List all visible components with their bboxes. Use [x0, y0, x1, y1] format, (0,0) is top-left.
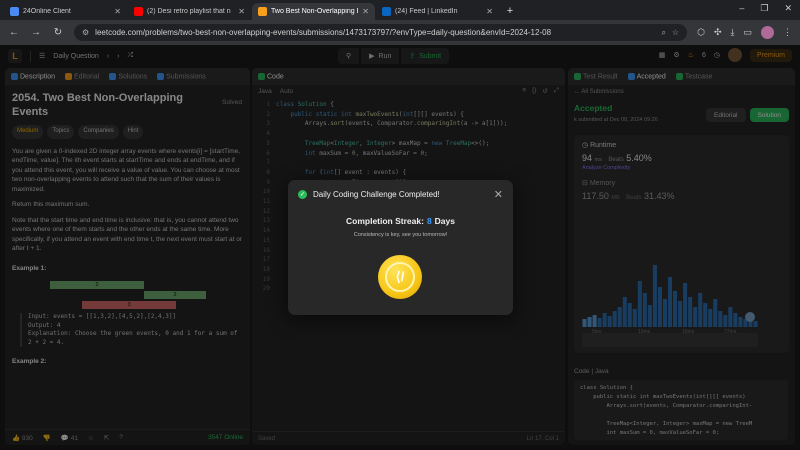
- extensions: ⬡ ✣ ⤓ ▭ ⋮: [697, 26, 792, 39]
- star-icon[interactable]: ☆: [672, 28, 679, 37]
- coin-logo-icon: ⟨/: [385, 262, 415, 292]
- close-icon[interactable]: ✕: [486, 7, 493, 16]
- tab-favicon-icon: [10, 7, 19, 16]
- minimize-icon[interactable]: –: [739, 3, 744, 14]
- search-icon[interactable]: ⌕: [661, 28, 665, 38]
- completion-modal: ✓ Daily Coding Challenge Completed! ✕ Co…: [288, 180, 513, 315]
- streak-line: Completion Streak: 8 Days: [288, 216, 513, 226]
- tab-label: Two Best Non-Overlapping Eve: [271, 8, 358, 15]
- close-icon[interactable]: ✕: [494, 188, 503, 201]
- tab-favicon-icon: [258, 7, 267, 16]
- close-icon[interactable]: ✕: [114, 7, 121, 16]
- browser-tab[interactable]: (2) Desi retro playlist that n ✕: [128, 3, 251, 20]
- profile-avatar[interactable]: [761, 26, 774, 39]
- leetcode-coin-icon: ⟨/: [378, 255, 422, 299]
- tab-favicon-icon: [382, 7, 391, 16]
- tab-favicon-icon: [134, 7, 143, 16]
- extension-icon[interactable]: ⬡: [697, 27, 705, 38]
- browser-tab[interactable]: 24Online Client ✕: [4, 3, 127, 20]
- streak-unit: Days: [434, 216, 455, 226]
- tab-label: 24Online Client: [23, 8, 71, 15]
- close-icon[interactable]: ✕: [362, 7, 369, 16]
- browser-tabbar: 24Online Client ✕ (2) Desi retro playlis…: [0, 0, 800, 20]
- url-field[interactable]: ⚙ leetcode.com/problems/two-best-non-ove…: [74, 24, 688, 41]
- maximize-icon[interactable]: ❐: [760, 3, 768, 14]
- window-controls: – ❐ ✕: [739, 3, 792, 14]
- menu-icon[interactable]: ⋮: [783, 27, 792, 38]
- tab-label: (2) Desi retro playlist that n: [147, 8, 231, 15]
- modal-subtitle: Consistency is key, see you tomorrow!: [353, 232, 448, 238]
- address-bar: ← → ↻ ⚙ leetcode.com/problems/two-best-n…: [0, 20, 800, 45]
- download-icon[interactable]: ⤓: [731, 27, 735, 38]
- reload-icon[interactable]: ↻: [52, 27, 64, 38]
- puzzle-icon[interactable]: ✣: [714, 27, 722, 38]
- close-icon[interactable]: ✕: [238, 7, 245, 16]
- forward-icon[interactable]: →: [30, 27, 42, 38]
- site-info-icon[interactable]: ⚙: [82, 28, 89, 37]
- modal-title: Daily Coding Challenge Completed!: [313, 190, 440, 199]
- sidepanel-icon[interactable]: ▭: [743, 27, 752, 38]
- tab-label: (24) Feed | LinkedIn: [395, 8, 458, 15]
- close-window-icon[interactable]: ✕: [784, 3, 792, 14]
- back-icon[interactable]: ←: [8, 27, 20, 38]
- modal-header: ✓ Daily Coding Challenge Completed! ✕: [288, 180, 513, 209]
- streak-value: 8: [426, 216, 432, 226]
- url-text: leetcode.com/problems/two-best-non-overl…: [95, 28, 552, 37]
- check-circle-icon: ✓: [298, 190, 307, 199]
- browser-tab[interactable]: (24) Feed | LinkedIn ✕: [376, 3, 499, 20]
- browser-tab-active[interactable]: Two Best Non-Overlapping Eve ✕: [252, 3, 375, 20]
- streak-label: Completion Streak:: [346, 216, 424, 226]
- new-tab-button[interactable]: +: [502, 3, 518, 19]
